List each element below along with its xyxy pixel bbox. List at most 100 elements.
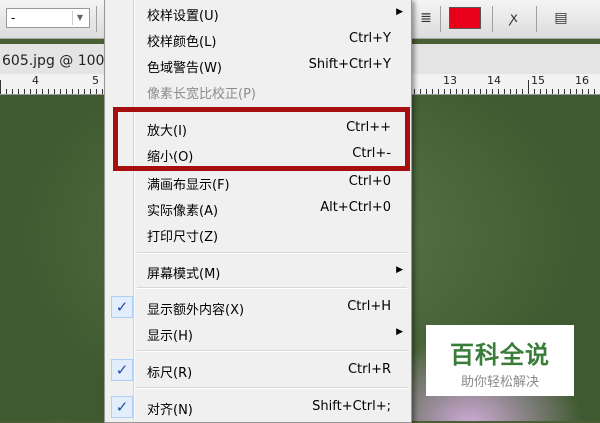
checkmark-icon: ✓ bbox=[111, 396, 133, 418]
submenu-arrow-icon: ▶ bbox=[396, 327, 403, 337]
ruler-tick bbox=[504, 89, 505, 94]
menu-item-label: 标尺(R) bbox=[147, 366, 193, 381]
toolbar-divider bbox=[492, 6, 493, 32]
menu-item-shortcut: Ctrl+H bbox=[347, 299, 391, 314]
menu-item-snap[interactable]: ✓ 对齐(N) Shift+Ctrl+; bbox=[107, 395, 409, 419]
checkmark-icon: ✓ bbox=[111, 359, 133, 381]
menu-item-label: 校样设置(U) bbox=[147, 9, 219, 24]
menu-item-label: 对齐(N) bbox=[147, 403, 193, 418]
ruler-tick bbox=[444, 89, 445, 94]
ruler-tick bbox=[516, 89, 517, 94]
highlight-annotation-box bbox=[113, 107, 410, 171]
ruler-tick bbox=[486, 89, 487, 94]
menu-item-label: 校样颜色(L) bbox=[147, 35, 217, 50]
ruler-tick bbox=[450, 89, 451, 94]
ruler-tick bbox=[534, 89, 535, 94]
ruler-tick bbox=[48, 89, 49, 94]
menu-item-fit-on-screen[interactable]: 满画布显示(F) Ctrl+0 bbox=[107, 170, 409, 194]
align-icon[interactable]: ≣ bbox=[416, 8, 436, 28]
ruler-tick bbox=[546, 89, 547, 94]
ruler-tick bbox=[576, 89, 577, 94]
ruler-tick bbox=[6, 89, 7, 94]
ruler-tick bbox=[84, 89, 85, 94]
ruler-tick bbox=[60, 89, 61, 94]
ruler-tick bbox=[498, 89, 499, 94]
ruler-tick bbox=[474, 89, 475, 94]
chevron-down-icon[interactable]: ▼ bbox=[72, 11, 87, 25]
document-tab-label: 605.jpg @ 100 bbox=[2, 53, 105, 69]
ruler-tick bbox=[558, 89, 559, 94]
menu-item-shortcut: Shift+Ctrl+; bbox=[312, 399, 391, 414]
menu-item-show[interactable]: 显示(H) ▶ bbox=[107, 321, 409, 345]
ruler-tick bbox=[12, 89, 13, 94]
ruler-tick bbox=[588, 89, 589, 94]
submenu-arrow-icon: ▶ bbox=[396, 265, 403, 275]
toolbar-divider bbox=[536, 6, 537, 32]
submenu-arrow-icon: ▶ bbox=[396, 7, 403, 17]
ruler-tick bbox=[564, 89, 565, 94]
menu-item-proof-setup[interactable]: 校样设置(U) ▶ bbox=[107, 1, 409, 25]
ruler-tick bbox=[456, 89, 457, 94]
menu-item-shortcut: Ctrl+R bbox=[347, 362, 391, 377]
ruler-tick bbox=[540, 89, 541, 94]
ruler-tick bbox=[414, 89, 415, 94]
menu-separator bbox=[137, 287, 407, 289]
watermark-subtitle: 助你轻松解决 bbox=[460, 375, 539, 390]
ruler-tick bbox=[438, 89, 439, 94]
ruler-tick bbox=[42, 89, 43, 94]
ruler-tick bbox=[54, 89, 55, 94]
ruler-number: 14 bbox=[487, 74, 501, 87]
menu-item-rulers[interactable]: ✓ 标尺(R) Ctrl+R bbox=[107, 358, 409, 382]
tool-preset-select[interactable]: - ▼ bbox=[6, 8, 90, 28]
ruler-number: 5 bbox=[92, 74, 99, 87]
ruler-tick bbox=[18, 89, 19, 94]
color-swatch[interactable] bbox=[449, 7, 481, 29]
ruler-tick bbox=[552, 89, 553, 94]
menu-item-label: 色域警告(W) bbox=[147, 61, 222, 76]
menu-item-print-size[interactable]: 打印尺寸(Z) bbox=[107, 222, 409, 246]
menu-item-actual-pixels[interactable]: 实际像素(A) Alt+Ctrl+0 bbox=[107, 196, 409, 220]
menu-item-show-extras[interactable]: ✓ 显示额外内容(X) Ctrl+H bbox=[107, 295, 409, 319]
tool-preset-value: - bbox=[11, 11, 16, 25]
menu-separator bbox=[137, 252, 407, 254]
menu-item-label: 打印尺寸(Z) bbox=[147, 230, 219, 245]
ruler-tick bbox=[528, 80, 529, 94]
warp-text-icon[interactable]: ꭗ bbox=[504, 8, 524, 28]
menu-item-proof-colors[interactable]: 校样颜色(L) Ctrl+Y bbox=[107, 27, 409, 51]
menu-item-shortcut: Ctrl+Y bbox=[349, 31, 391, 46]
ruler-tick bbox=[90, 89, 91, 94]
ruler-tick bbox=[594, 89, 595, 94]
ruler-tick bbox=[468, 89, 469, 94]
ruler-tick bbox=[78, 89, 79, 94]
menu-separator bbox=[137, 350, 407, 352]
menu-item-label: 屏幕模式(M) bbox=[147, 267, 221, 282]
ruler-tick bbox=[510, 89, 511, 94]
menu-separator bbox=[137, 387, 407, 389]
character-panel-icon[interactable]: ▤ bbox=[551, 8, 571, 28]
menu-item-screen-mode[interactable]: 屏幕模式(M) ▶ bbox=[107, 259, 409, 283]
ruler-tick bbox=[426, 89, 427, 94]
ruler-tick bbox=[462, 89, 463, 94]
watermark-title: 百科全说 bbox=[450, 341, 550, 369]
ruler-number: 15 bbox=[531, 74, 545, 87]
menu-item-gamut-warning[interactable]: 色域警告(W) Shift+Ctrl+Y bbox=[107, 53, 409, 77]
view-menu-dropdown: 校样设置(U) ▶ 校样颜色(L) Ctrl+Y 色域警告(W) Shift+C… bbox=[104, 0, 412, 423]
watermark-logo: 百科全说 助你轻松解决 bbox=[426, 325, 574, 396]
menu-item-shortcut: Ctrl+0 bbox=[348, 174, 391, 189]
ruler-tick bbox=[24, 89, 25, 94]
ruler-tick bbox=[582, 89, 583, 94]
ruler-tick bbox=[66, 89, 67, 94]
ruler-tick bbox=[522, 89, 523, 94]
toolbar-divider bbox=[440, 6, 441, 32]
ruler-tick bbox=[102, 89, 103, 94]
ruler-tick bbox=[0, 80, 1, 94]
menu-item-label: 满画布显示(F) bbox=[147, 178, 230, 193]
menu-item-pixel-aspect-correction: 像素长宽比校正(P) bbox=[107, 79, 409, 103]
menu-item-label: 实际像素(A) bbox=[147, 204, 219, 219]
ruler-tick bbox=[72, 89, 73, 94]
checkmark-icon: ✓ bbox=[111, 296, 133, 318]
ruler-tick bbox=[96, 89, 97, 94]
menu-item-shortcut: Alt+Ctrl+0 bbox=[320, 200, 391, 215]
ruler-tick bbox=[480, 89, 481, 94]
ruler-tick bbox=[432, 89, 433, 94]
